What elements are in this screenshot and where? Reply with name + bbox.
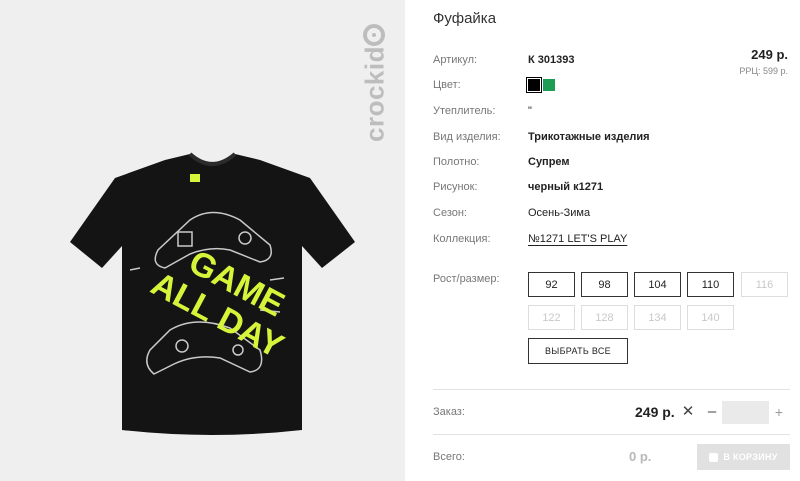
size-option-98[interactable]: 98 (581, 272, 628, 297)
brand-ring-icon (363, 24, 385, 46)
color-swatches (526, 77, 555, 93)
size-option-110[interactable]: 110 (687, 272, 734, 297)
size-option-134: 134 (634, 305, 681, 330)
tshirt-product-image: GAME ALL DAY (70, 152, 355, 435)
collection-label: Коллекция: (433, 233, 491, 245)
fabric-label: Полотно: (433, 156, 480, 168)
size-option-104[interactable]: 104 (634, 272, 681, 297)
quantity-decrease-button[interactable]: – (705, 403, 719, 421)
insulation-value: " (528, 105, 532, 117)
brand-name: crockid (359, 46, 390, 142)
add-to-cart-button[interactable]: В КОРЗИНУ (697, 444, 790, 470)
article-label: Артикул: (433, 54, 478, 66)
cart-icon (709, 452, 719, 462)
article-value: К 301393 (528, 54, 575, 66)
remove-icon[interactable]: ✕ (681, 403, 695, 421)
pattern-value: черный к1271 (528, 181, 604, 193)
size-option-122: 122 (528, 305, 575, 330)
quantity-input[interactable] (722, 401, 769, 424)
size-label: Рост/размер: (433, 273, 500, 285)
type-value: Трикотажные изделия (528, 131, 650, 143)
size-option-128: 128 (581, 305, 628, 330)
order-label: Заказ: (433, 406, 465, 418)
order-price: 249 р. (635, 404, 675, 420)
collection-link[interactable]: №1271 LET'S PLAY (528, 233, 627, 245)
product-price: 249 р. (751, 47, 788, 62)
color-swatch-green[interactable] (543, 79, 555, 91)
color-label: Цвет: (433, 79, 461, 91)
divider-top (433, 389, 790, 390)
season-label: Сезон: (433, 207, 467, 219)
type-label: Вид изделия: (433, 131, 501, 143)
recommended-retail-price: РРЦ: 599 р. (739, 66, 788, 76)
divider-bottom (433, 434, 790, 435)
size-option-140: 140 (687, 305, 734, 330)
fabric-value: Супрем (528, 156, 570, 168)
product-title: Фуфайка (433, 10, 497, 27)
color-swatch-black[interactable] (526, 77, 542, 93)
total-value: 0 р. (629, 449, 652, 464)
product-image-panel: crockid GAME ALL DAY (0, 0, 405, 481)
insulation-label: Утеплитель: (433, 105, 496, 117)
season-value: Осень-Зима (528, 207, 591, 219)
total-label: Всего: (433, 451, 465, 463)
select-all-sizes-button[interactable]: ВЫБРАТЬ ВСЕ (528, 338, 628, 364)
quantity-increase-button[interactable]: + (772, 403, 786, 421)
size-option-116: 116 (741, 272, 788, 297)
add-to-cart-label: В КОРЗИНУ (723, 452, 778, 462)
size-option-92[interactable]: 92 (528, 272, 575, 297)
pattern-label: Рисунок: (433, 181, 478, 193)
brand-logo: crockid (355, 24, 395, 164)
